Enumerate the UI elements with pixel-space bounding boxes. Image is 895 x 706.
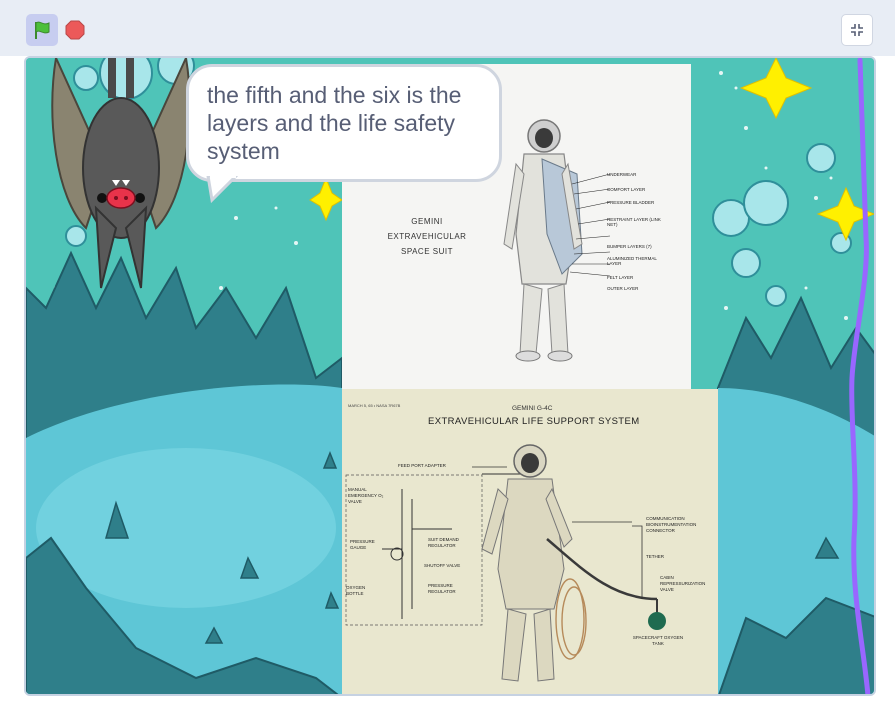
speech-bubble-tail [206, 176, 239, 204]
astronaut-suit-figure [503, 119, 611, 362]
green-flag-icon [35, 21, 50, 39]
label-comfort-layer: COMFORT LAYER [607, 187, 646, 192]
label-communication: COMMUNICATION BIOINSTRUMENTATION CONNECT… [646, 516, 697, 533]
label-tether: TETHER [646, 554, 664, 559]
label-thermal-layer: ALUMINIZED THERMAL LAYER [607, 256, 657, 266]
stage[interactable]: the fifth and the six is the layers and … [24, 56, 876, 696]
label-oxygen-tank: SPACECRAFT OXYGEN TANK [632, 635, 684, 646]
photo1-title-line2: EXTRAVEHICULAR [387, 232, 467, 241]
life-support-system-photo: MARCH 5, 65 • NASA 7R67B GEMINI G-4C EXT… [342, 389, 718, 694]
speech-bubble: the fifth and the six is the layers and … [186, 64, 502, 182]
bat-sprite[interactable] [46, 58, 196, 298]
label-cabin-valve: CABIN REPRESSURIZATION VALVE [660, 575, 706, 592]
label-pressure-gauge: PRESSURE GAUGE [350, 539, 375, 550]
stop-button[interactable] [63, 18, 87, 42]
life-support-diagram [345, 444, 666, 682]
exit-fullscreen-icon [851, 24, 863, 36]
label-oxygen-bottle: OXYGEN BOTTLE [346, 585, 366, 596]
label-pressure-regulator: PRESSURE REGULATOR [428, 583, 456, 594]
label-shutoff: SHUTOFF VALVE [424, 563, 461, 568]
label-bumper-layers: BUMPER LAYERS (7) [607, 244, 652, 249]
exit-fullscreen-button[interactable] [841, 14, 873, 46]
speech-text: the fifth and the six is the layers and … [207, 82, 462, 164]
label-felt-layer: FELT LAYER [607, 275, 634, 280]
label-restraint-layer: RESTRAINT LAYER (LINK NET) [607, 217, 661, 227]
photo1-title: GEMINI EXTRAVEHICULAR SPACE SUIT [372, 214, 482, 259]
label-pressure-bladder: PRESSURE BLADDER [607, 200, 655, 205]
label-feed-port: FEED PORT ADAPTER [398, 463, 446, 468]
photo1-title-line1: GEMINI [411, 217, 443, 226]
stop-icon [65, 20, 85, 40]
green-flag-button[interactable] [26, 14, 58, 46]
label-suit-demand: SUIT DEMAND REGULATOR [428, 537, 459, 548]
stage-toolbar [0, 0, 895, 56]
label-outer-layer: OUTER LAYER [607, 286, 639, 291]
label-manual-emergency: MANUAL EMERGENCY O₂ VALVE [348, 487, 384, 504]
label-underwear: UNDERWEAR [607, 172, 637, 177]
photo1-title-line3: SPACE SUIT [401, 247, 453, 256]
